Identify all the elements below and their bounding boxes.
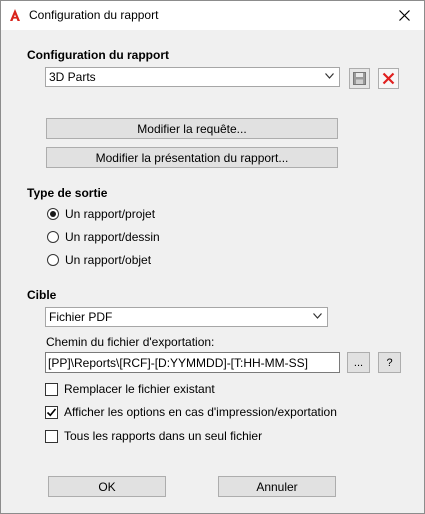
radio-button[interactable]: [47, 208, 59, 220]
output-type-heading: Type de sortie: [27, 186, 108, 200]
checkmark-icon: [46, 407, 57, 416]
report-config-heading: Configuration du rapport: [27, 48, 169, 62]
target-format-select[interactable]: Fichier PDF: [45, 307, 328, 327]
modify-query-button[interactable]: Modifier la requête...: [46, 118, 338, 139]
modify-layout-button[interactable]: Modifier la présentation du rapport...: [46, 147, 338, 168]
cancel-button[interactable]: Annuler: [218, 476, 336, 497]
option-single-file[interactable]: Tous les rapports dans un seul fichier: [45, 429, 262, 443]
delete-config-button[interactable]: [378, 68, 399, 89]
window-title: Configuration du rapport: [29, 8, 159, 22]
chevron-down-icon: [313, 313, 322, 319]
floppy-save-icon: [353, 72, 366, 85]
chevron-down-icon: [325, 73, 334, 79]
export-path-input[interactable]: [PP]\Reports\[RCF]-[D:YYMMDD]-[T:HH-MM-S…: [45, 352, 340, 373]
red-x-delete-icon: [382, 72, 395, 85]
radio-label: Un rapport/projet: [65, 207, 156, 221]
checkbox[interactable]: [45, 382, 58, 396]
radio-per-object[interactable]: Un rapport/objet: [47, 253, 151, 267]
option-show-options[interactable]: Afficher les options en cas d'impression…: [45, 405, 337, 419]
close-button[interactable]: [384, 1, 424, 30]
browse-button[interactable]: ...: [347, 352, 370, 373]
checkbox[interactable]: [45, 429, 58, 443]
radio-button[interactable]: [47, 254, 59, 266]
autocad-app-icon: [10, 9, 20, 21]
help-button[interactable]: ?: [378, 352, 401, 373]
export-path-label: Chemin du fichier d'exportation:: [46, 335, 215, 349]
radio-label: Un rapport/dessin: [65, 230, 160, 244]
ok-button[interactable]: OK: [48, 476, 166, 497]
target-heading: Cible: [27, 288, 57, 302]
report-config-dialog: Configuration du rapport Configuration d…: [0, 0, 425, 514]
checkbox-label: Afficher les options en cas d'impression…: [64, 405, 337, 419]
target-format-selected: Fichier PDF: [49, 310, 113, 324]
report-config-selected: 3D Parts: [49, 70, 96, 84]
checkbox-label: Tous les rapports dans un seul fichier: [64, 429, 263, 443]
checkbox[interactable]: [45, 405, 58, 419]
save-config-button[interactable]: [349, 68, 370, 89]
option-replace-existing[interactable]: Remplacer le fichier existant: [45, 382, 215, 396]
checkbox-label: Remplacer le fichier existant: [64, 382, 215, 396]
report-config-select[interactable]: 3D Parts: [45, 67, 340, 87]
radio-label: Un rapport/objet: [65, 253, 152, 267]
close-icon: [398, 10, 410, 21]
radio-per-project[interactable]: Un rapport/projet: [47, 207, 155, 221]
radio-button[interactable]: [47, 231, 59, 243]
radio-per-drawing[interactable]: Un rapport/dessin: [47, 230, 160, 244]
title-bar: Configuration du rapport: [1, 1, 424, 30]
